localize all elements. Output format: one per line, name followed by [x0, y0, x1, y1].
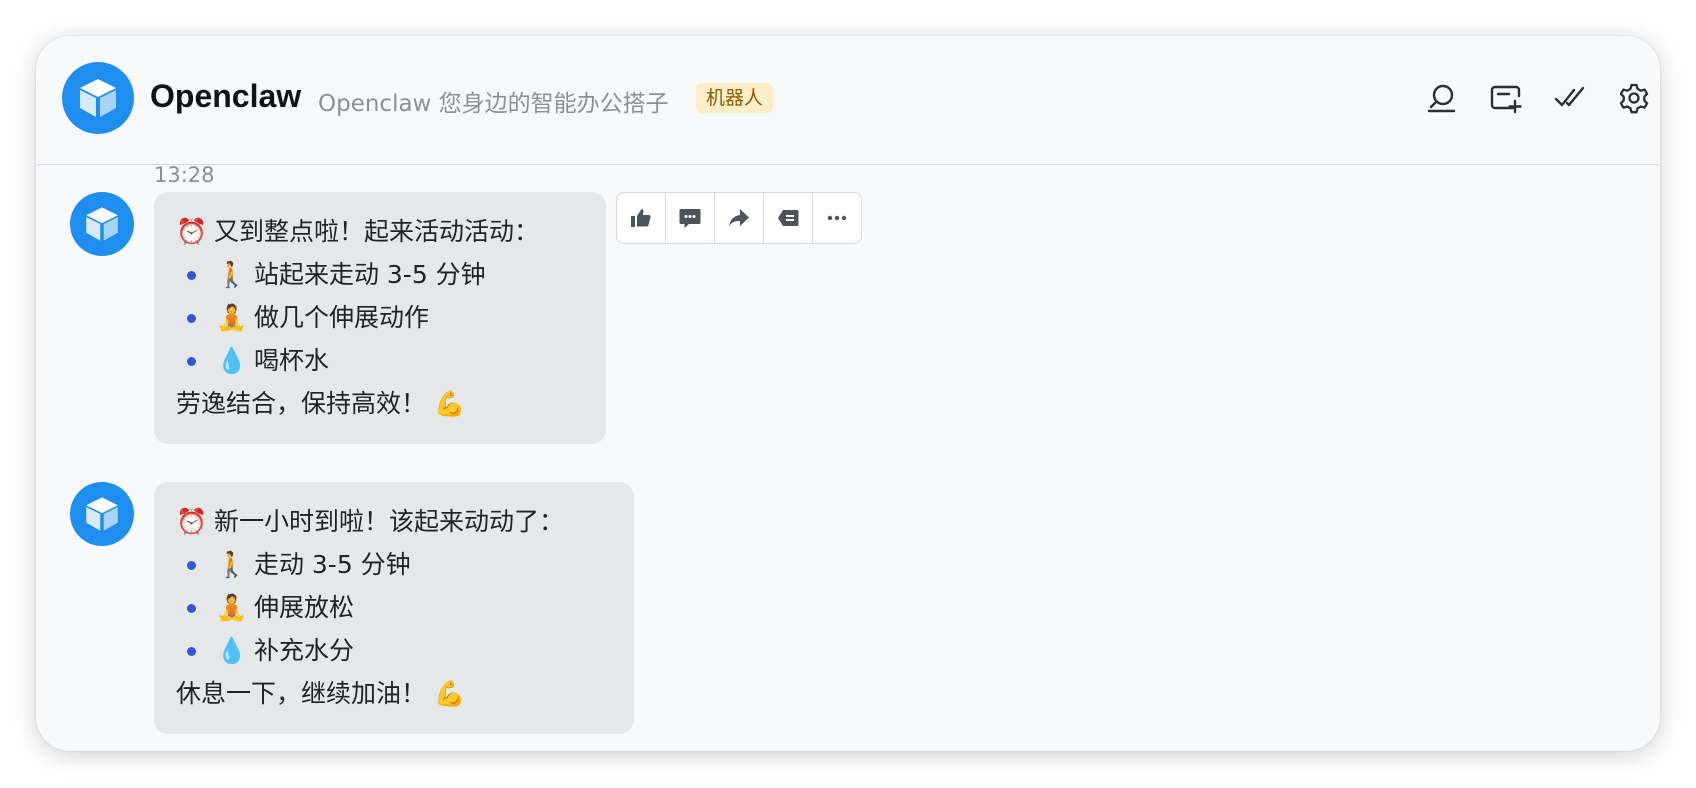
message-avatar[interactable]	[70, 192, 134, 256]
cube-icon	[80, 79, 116, 117]
flexed-biceps-icon: 💪	[433, 389, 466, 418]
list-item: 🚶 走动 3-5 分钟	[176, 543, 610, 586]
more-icon[interactable]	[813, 193, 861, 243]
meditation-icon: 🧘	[216, 593, 248, 622]
flexed-biceps-icon: 💪	[433, 679, 466, 708]
meditation-icon: 🧘	[216, 303, 248, 332]
search-icon[interactable]	[1424, 80, 1460, 116]
chat-title: Openclaw	[150, 78, 302, 114]
message-avatar[interactable]	[70, 482, 134, 546]
message-outro: 休息一下，继续加油！ 💪	[176, 672, 610, 715]
chat-window: Openclaw Openclaw 您身边的智能办公搭子 机器人 13:28 ⏰…	[36, 36, 1660, 751]
list-item: 💧 喝杯水	[176, 339, 582, 382]
walking-person-icon: 🚶	[216, 550, 248, 579]
bot-avatar[interactable]	[62, 62, 134, 134]
message-timestamp: 13:28	[154, 163, 215, 187]
alarm-clock-icon: ⏰	[176, 507, 208, 536]
list-item: 🧘 做几个伸展动作	[176, 296, 582, 339]
cube-icon	[86, 207, 118, 241]
list-item: 💧 补充水分	[176, 629, 610, 672]
message-action-toolbar	[616, 192, 862, 244]
list-item: 🧘 伸展放松	[176, 586, 610, 629]
bot-badge: 机器人	[696, 83, 774, 113]
message-list: 🚶 站起来走动 3-5 分钟 🧘 做几个伸展动作 💧 喝杯水	[176, 253, 582, 382]
quote-icon[interactable]	[764, 193, 813, 243]
list-item: 🚶 站起来走动 3-5 分钟	[176, 253, 582, 296]
new-topic-icon[interactable]	[1488, 80, 1524, 116]
comment-icon[interactable]	[666, 193, 715, 243]
settings-icon[interactable]	[1616, 80, 1652, 116]
walking-person-icon: 🚶	[216, 260, 248, 289]
header-actions	[1424, 80, 1652, 116]
message-intro: ⏰ 又到整点啦！起来活动活动：	[176, 210, 582, 253]
message-outro: 劳逸结合，保持高效！ 💪	[176, 382, 582, 425]
alarm-clock-icon: ⏰	[176, 217, 208, 246]
message-intro: ⏰ 新一小时到啦！该起来动动了：	[176, 500, 610, 543]
message-list: 🚶 走动 3-5 分钟 🧘 伸展放松 💧 补充水分	[176, 543, 610, 672]
cube-icon	[86, 497, 118, 531]
forward-icon[interactable]	[715, 193, 764, 243]
thumbs-up-icon[interactable]	[617, 193, 666, 243]
water-drop-icon: 💧	[216, 346, 248, 375]
water-drop-icon: 💧	[216, 636, 248, 665]
chat-header: Openclaw Openclaw 您身边的智能办公搭子 机器人	[36, 36, 1660, 165]
message-bubble[interactable]: ⏰ 又到整点啦！起来活动活动： 🚶 站起来走动 3-5 分钟 🧘 做几个伸展动作…	[154, 192, 606, 444]
message-bubble[interactable]: ⏰ 新一小时到啦！该起来动动了： 🚶 走动 3-5 分钟 🧘 伸展放松 💧 补充…	[154, 482, 634, 734]
chat-subtitle: Openclaw 您身边的智能办公搭子	[318, 91, 669, 117]
mark-done-icon[interactable]	[1552, 80, 1588, 116]
